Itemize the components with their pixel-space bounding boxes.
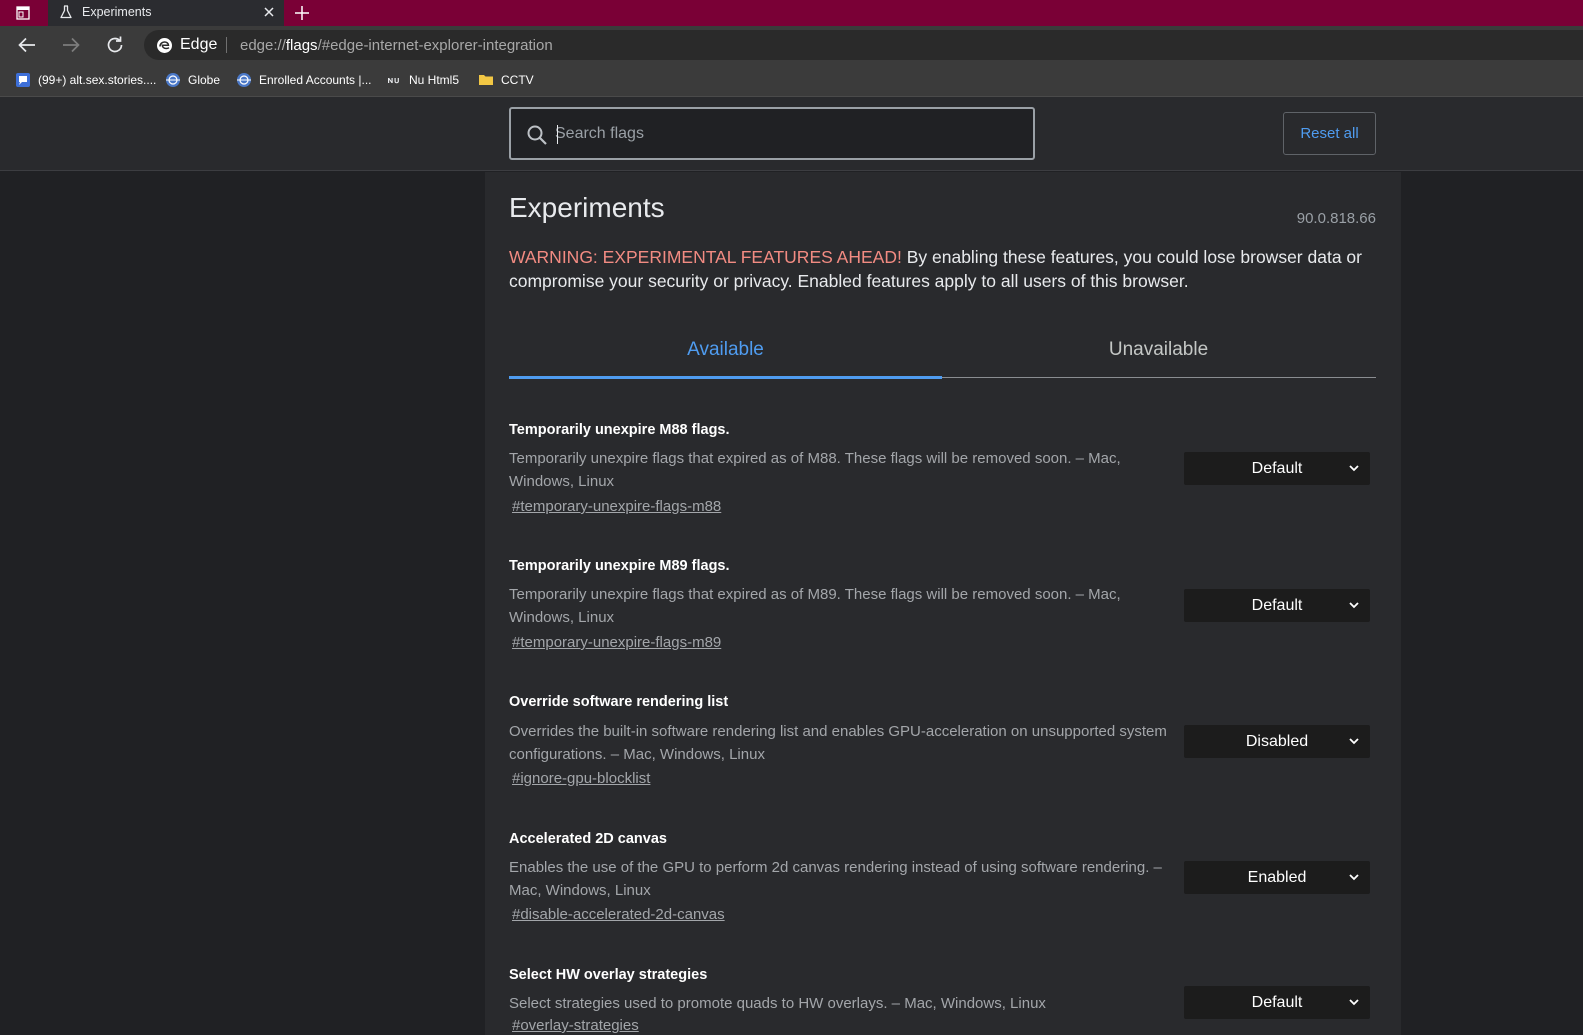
flag-state-select[interactable]: Default <box>1184 589 1370 622</box>
flag-item: Override software rendering list Overrid… <box>509 694 1376 804</box>
flag-state-select[interactable]: Enabled <box>1184 861 1370 894</box>
flag-description: Enables the use of the GPU to perform 2d… <box>509 859 1162 899</box>
flag-item: Accelerated 2D canvas Enables the use of… <box>509 831 1376 941</box>
flag-name: Accelerated 2D canvas <box>509 831 667 847</box>
back-icon[interactable] <box>16 34 38 56</box>
bookmark-label: Enrolled Accounts |... <box>259 73 372 87</box>
tab-unavailable[interactable]: Unavailable <box>942 322 1375 378</box>
flag-description: Temporarily unexpire flags that expired … <box>509 586 1121 626</box>
flag-item: Select HW overlay strategies Select stra… <box>509 967 1376 1035</box>
experiments-content: Experiments 90.0.818.66 WARNING: EXPERIM… <box>485 172 1401 1035</box>
chevron-down-icon <box>1349 738 1359 745</box>
bookmark-label: (99+) alt.sex.stories.... <box>38 73 157 87</box>
flag-state-select[interactable]: Disabled <box>1184 725 1370 758</box>
flag-state-value: Disabled <box>1245 732 1309 750</box>
refresh-icon[interactable] <box>104 34 126 56</box>
warning-heading: WARNING: EXPERIMENTAL FEATURES AHEAD! <box>509 247 902 267</box>
flag-state-select[interactable]: Default <box>1184 986 1370 1019</box>
bookmark-label: CCTV <box>501 73 534 87</box>
flag-name: Select HW overlay strategies <box>509 967 708 983</box>
flag-state-value: Default <box>1251 993 1303 1011</box>
flags-tabs: Available Unavailable <box>509 322 1376 379</box>
chevron-down-icon <box>1349 874 1359 881</box>
chevron-down-icon <box>1349 465 1359 472</box>
search-icon <box>527 125 547 145</box>
bookmark-label: Globe <box>188 73 221 87</box>
bookmark-item[interactable]: Nu Html5 <box>386 70 459 90</box>
flag-permalink[interactable]: #temporary-unexpire-flags-m89 <box>512 634 721 651</box>
flag-item: Temporarily unexpire M89 flags. Temporar… <box>509 558 1376 668</box>
flag-state-value: Enabled <box>1247 868 1307 886</box>
reset-all-button[interactable]: Reset all <box>1283 112 1376 155</box>
flag-item: Temporarily unexpire M88 flags. Temporar… <box>509 422 1376 532</box>
edge-logo-icon <box>157 38 172 53</box>
flag-state-value: Default <box>1251 459 1303 477</box>
flag-state-value: Default <box>1251 596 1303 614</box>
bookmarks-bar: (99+) alt.sex.stories.... Globe Enrolled… <box>0 63 1583 97</box>
tab-strip: Experiments <box>0 0 1583 26</box>
message-icon <box>16 73 30 87</box>
close-tab-icon[interactable] <box>262 5 276 19</box>
tab-actions-icon <box>16 6 30 20</box>
bookmark-label: Nu Html5 <box>409 73 460 87</box>
chevron-down-icon <box>1349 999 1359 1006</box>
flask-icon <box>60 5 72 19</box>
version-label: 90.0.818.66 <box>1296 210 1376 227</box>
globe-icon <box>237 73 251 87</box>
new-tab-icon[interactable] <box>292 3 312 23</box>
flag-name: Temporarily unexpire M89 flags. <box>509 558 730 574</box>
bookmark-item[interactable]: Enrolled Accounts |... <box>236 70 372 90</box>
warning-message: WARNING: EXPERIMENTAL FEATURES AHEAD! By… <box>509 245 1369 293</box>
flag-permalink[interactable]: #overlay-strategies <box>512 1017 639 1034</box>
url-path: /#edge-internet-explorer-integration <box>317 37 553 54</box>
address-bar[interactable]: Edge edge://flags/#edge-internet-explore… <box>144 30 1583 60</box>
forward-icon[interactable] <box>60 34 82 56</box>
flags-header: Reset all <box>0 97 1583 171</box>
omnibox-brand: Edge <box>180 36 218 53</box>
browser-toolbar: Edge edge://flags/#edge-internet-explore… <box>0 26 1583 63</box>
folder-icon <box>479 75 493 85</box>
bookmark-item[interactable]: Globe <box>165 70 220 90</box>
omnibox-divider <box>226 37 227 53</box>
active-tab-indicator <box>509 376 942 379</box>
flag-permalink[interactable]: #ignore-gpu-blocklist <box>512 770 650 787</box>
omnibox-url[interactable]: edge://flags/#edge-internet-explorer-int… <box>240 37 553 54</box>
flag-description: Select strategies used to promote quads … <box>509 995 1046 1012</box>
bookmark-item[interactable]: CCTV <box>478 70 534 90</box>
page-title: Experiments <box>509 192 665 223</box>
flag-name: Override software rendering list <box>509 694 729 710</box>
tab-title: Experiments <box>82 5 152 19</box>
nu-validator-icon <box>388 78 399 84</box>
flag-permalink[interactable]: #temporary-unexpire-flags-m88 <box>512 498 721 515</box>
tab-actions-button[interactable] <box>0 0 46 26</box>
url-host: flags <box>285 37 318 54</box>
flag-description: Overrides the built-in software renderin… <box>509 723 1167 763</box>
globe-icon <box>166 73 180 87</box>
text-caret <box>557 125 558 144</box>
flag-description: Temporarily unexpire flags that expired … <box>509 450 1121 490</box>
flag-name: Temporarily unexpire M88 flags. <box>509 422 730 438</box>
url-scheme: edge:// <box>240 37 286 54</box>
tab-available[interactable]: Available <box>509 322 942 378</box>
bookmark-item[interactable]: (99+) alt.sex.stories.... <box>15 70 156 90</box>
chevron-down-icon <box>1349 602 1359 609</box>
browser-tab-experiments[interactable]: Experiments <box>48 0 284 26</box>
flag-permalink[interactable]: #disable-accelerated-2d-canvas <box>512 906 725 923</box>
flag-state-select[interactable]: Default <box>1184 452 1370 485</box>
search-box[interactable] <box>509 107 1035 160</box>
search-input[interactable] <box>555 121 1015 147</box>
